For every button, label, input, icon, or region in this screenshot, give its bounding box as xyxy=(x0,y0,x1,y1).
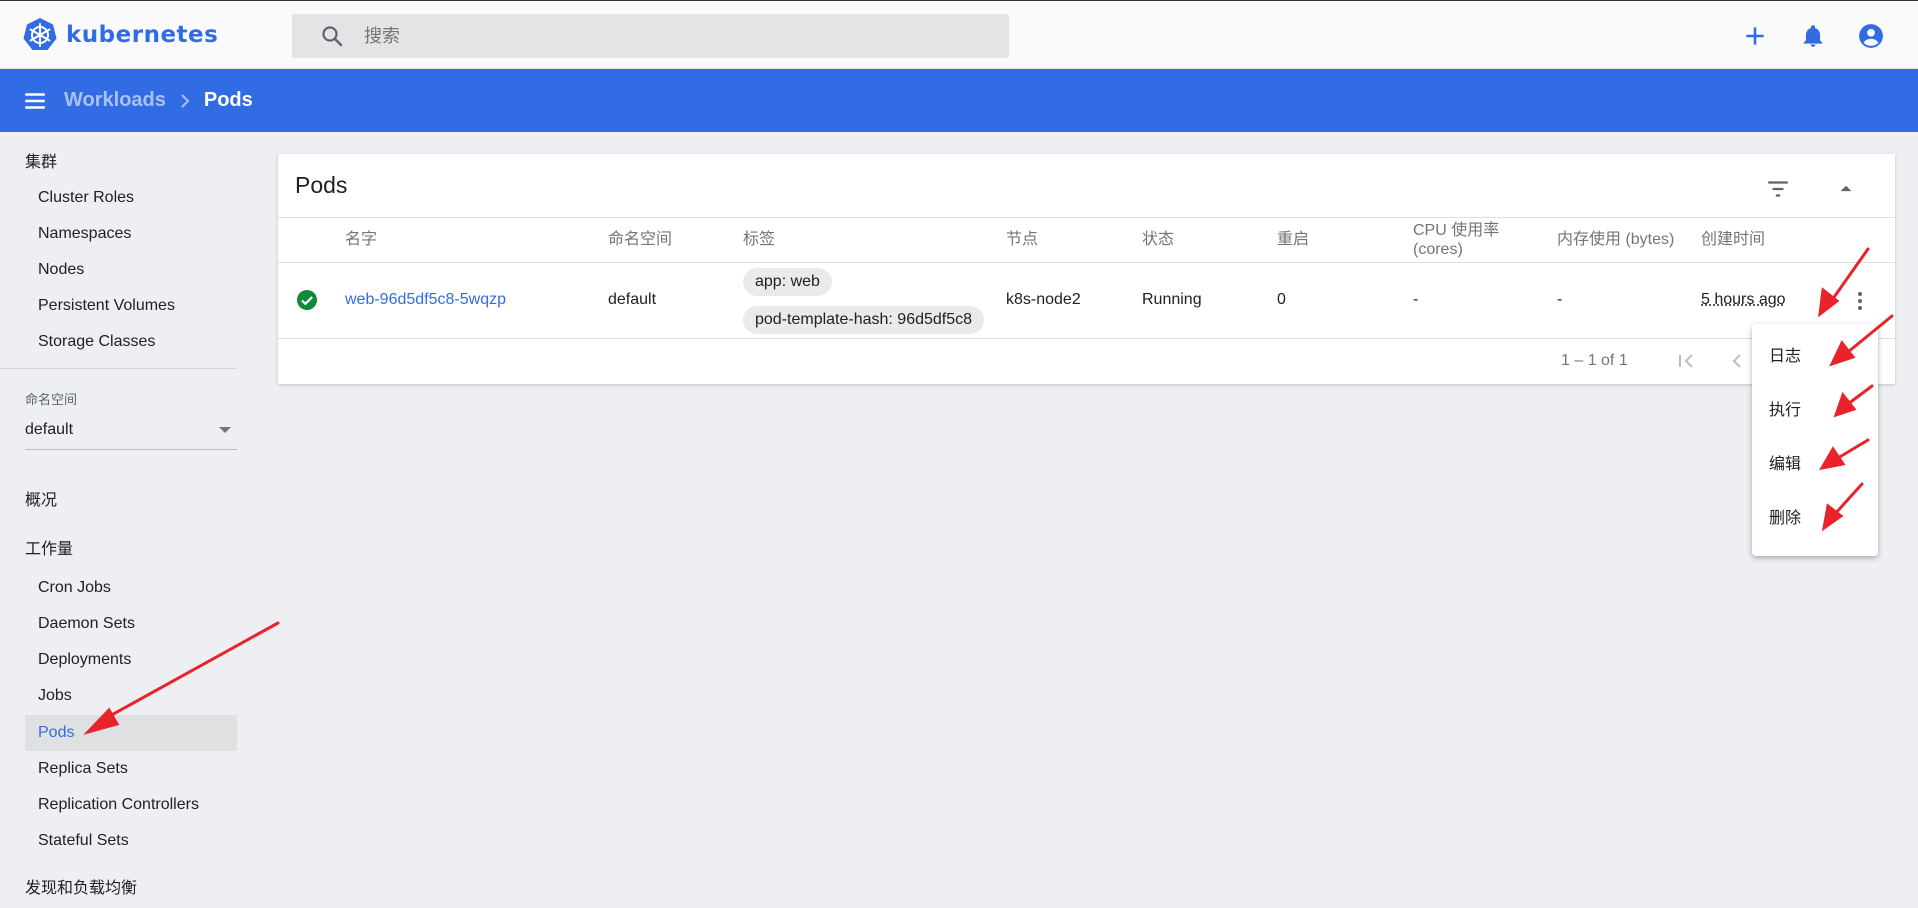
header-bottom-divider xyxy=(278,262,1895,263)
column-header-name[interactable]: 名字 xyxy=(345,230,377,249)
first-page-icon[interactable] xyxy=(1674,349,1698,373)
sidebar-heading-discovery[interactable]: 发现和负载均衡 xyxy=(25,874,137,898)
label-chip: pod-template-hash: 96d5df5c8 xyxy=(743,306,985,334)
logo-text: kubernetes xyxy=(66,22,219,48)
namespace-label: 命名空间 xyxy=(25,392,78,407)
pod-memory: - xyxy=(1557,291,1563,308)
pod-namespace: default xyxy=(608,291,657,308)
sidebar-item-overview[interactable]: 概况 xyxy=(25,486,57,510)
card-title: Pods xyxy=(295,172,348,198)
sidebar-item-pods[interactable]: Pods xyxy=(25,715,237,751)
sidebar-item-nodes[interactable]: Nodes xyxy=(25,252,237,288)
add-icon[interactable] xyxy=(1742,23,1768,49)
sidebar-item-stateful-sets[interactable]: Stateful Sets xyxy=(25,823,237,859)
menu-icon[interactable] xyxy=(22,88,48,114)
menu-item-logs[interactable]: 日志 xyxy=(1752,330,1878,384)
pod-status: Running xyxy=(1142,291,1202,308)
column-header-status[interactable]: 状态 xyxy=(1142,230,1174,249)
more-vert-icon[interactable] xyxy=(1848,289,1872,313)
sidebar-item-persistent-volumes[interactable]: Persistent Volumes xyxy=(25,288,237,324)
sidebar-item-storage-classes[interactable]: Storage Classes xyxy=(25,324,237,360)
column-header-created[interactable]: 创建时间 xyxy=(1701,230,1765,249)
pod-actions-menu: 日志 执行 编辑 删除 xyxy=(1752,324,1878,556)
previous-page-icon[interactable] xyxy=(1725,349,1749,373)
sidebar: 集群 Cluster Roles Namespaces Nodes Persis… xyxy=(0,132,250,908)
namespace-value: default xyxy=(25,421,74,438)
kubernetes-logo-icon xyxy=(23,18,57,50)
sidebar-heading-cluster[interactable]: 集群 xyxy=(25,148,57,172)
filter-icon[interactable] xyxy=(1765,176,1791,202)
header-divider xyxy=(278,217,1895,218)
sidebar-item-namespaces[interactable]: Namespaces xyxy=(25,216,237,252)
sidebar-heading-workloads[interactable]: 工作量 xyxy=(25,535,73,559)
pod-cpu: - xyxy=(1413,291,1419,308)
notifications-icon[interactable] xyxy=(1800,23,1826,49)
column-header-cpu[interactable]: CPU 使用率 (cores) xyxy=(1413,221,1513,259)
sidebar-item-replication-controllers[interactable]: Replication Controllers xyxy=(25,787,237,823)
pod-name-link[interactable]: web-96d5df5c8-5wqzp xyxy=(345,291,506,309)
breadcrumb-current: Pods xyxy=(203,89,253,111)
row-divider xyxy=(278,338,1895,339)
pods-card: Pods 名字 命名空间 标签 节点 状态 重启 CPU 使用率 (cores)… xyxy=(278,154,1895,384)
sidebar-item-daemon-sets[interactable]: Daemon Sets xyxy=(25,606,237,642)
sidebar-item-cluster-roles[interactable]: Cluster Roles xyxy=(25,180,237,216)
pod-created: 5 hours ago xyxy=(1701,291,1786,308)
column-header-labels: 标签 xyxy=(743,231,776,248)
column-header-restarts[interactable]: 重启 xyxy=(1277,230,1309,249)
sidebar-item-replica-sets[interactable]: Replica Sets xyxy=(25,751,237,787)
namespace-select[interactable]: default xyxy=(25,418,237,450)
logo[interactable]: kubernetes xyxy=(22,17,218,53)
label-chip: app: web xyxy=(743,268,832,296)
pagination-range: 1 – 1 of 1 xyxy=(1561,352,1628,369)
breadcrumb-workloads[interactable]: Workloads xyxy=(64,89,166,112)
menu-item-exec[interactable]: 执行 xyxy=(1752,384,1878,438)
pod-restarts: 0 xyxy=(1277,291,1286,308)
column-header-node[interactable]: 节点 xyxy=(1006,230,1038,249)
menu-item-delete[interactable]: 删除 xyxy=(1752,492,1878,546)
account-icon[interactable] xyxy=(1858,23,1884,49)
dropdown-arrow-icon xyxy=(219,427,231,433)
check-circle-icon xyxy=(297,290,317,310)
search-box[interactable] xyxy=(292,14,1009,58)
toolbar: Workloads Pods xyxy=(0,69,1918,132)
column-header-memory[interactable]: 内存使用 (bytes) xyxy=(1557,230,1674,249)
chevron-right-icon xyxy=(181,93,190,108)
column-header-namespace[interactable]: 命名空间 xyxy=(608,230,672,249)
annotation-arrows xyxy=(83,247,1894,735)
search-input[interactable] xyxy=(364,25,964,47)
sidebar-divider xyxy=(0,368,237,369)
sidebar-item-cron-jobs[interactable]: Cron Jobs xyxy=(25,570,237,606)
sidebar-item-deployments[interactable]: Deployments xyxy=(25,642,237,678)
search-icon xyxy=(322,26,343,47)
top-app-bar: kubernetes xyxy=(0,0,1918,69)
sidebar-item-jobs[interactable]: Jobs xyxy=(25,678,237,714)
collapse-icon[interactable] xyxy=(1833,176,1859,202)
menu-item-edit[interactable]: 编辑 xyxy=(1752,438,1878,492)
pod-node: k8s-node2 xyxy=(1006,291,1081,308)
